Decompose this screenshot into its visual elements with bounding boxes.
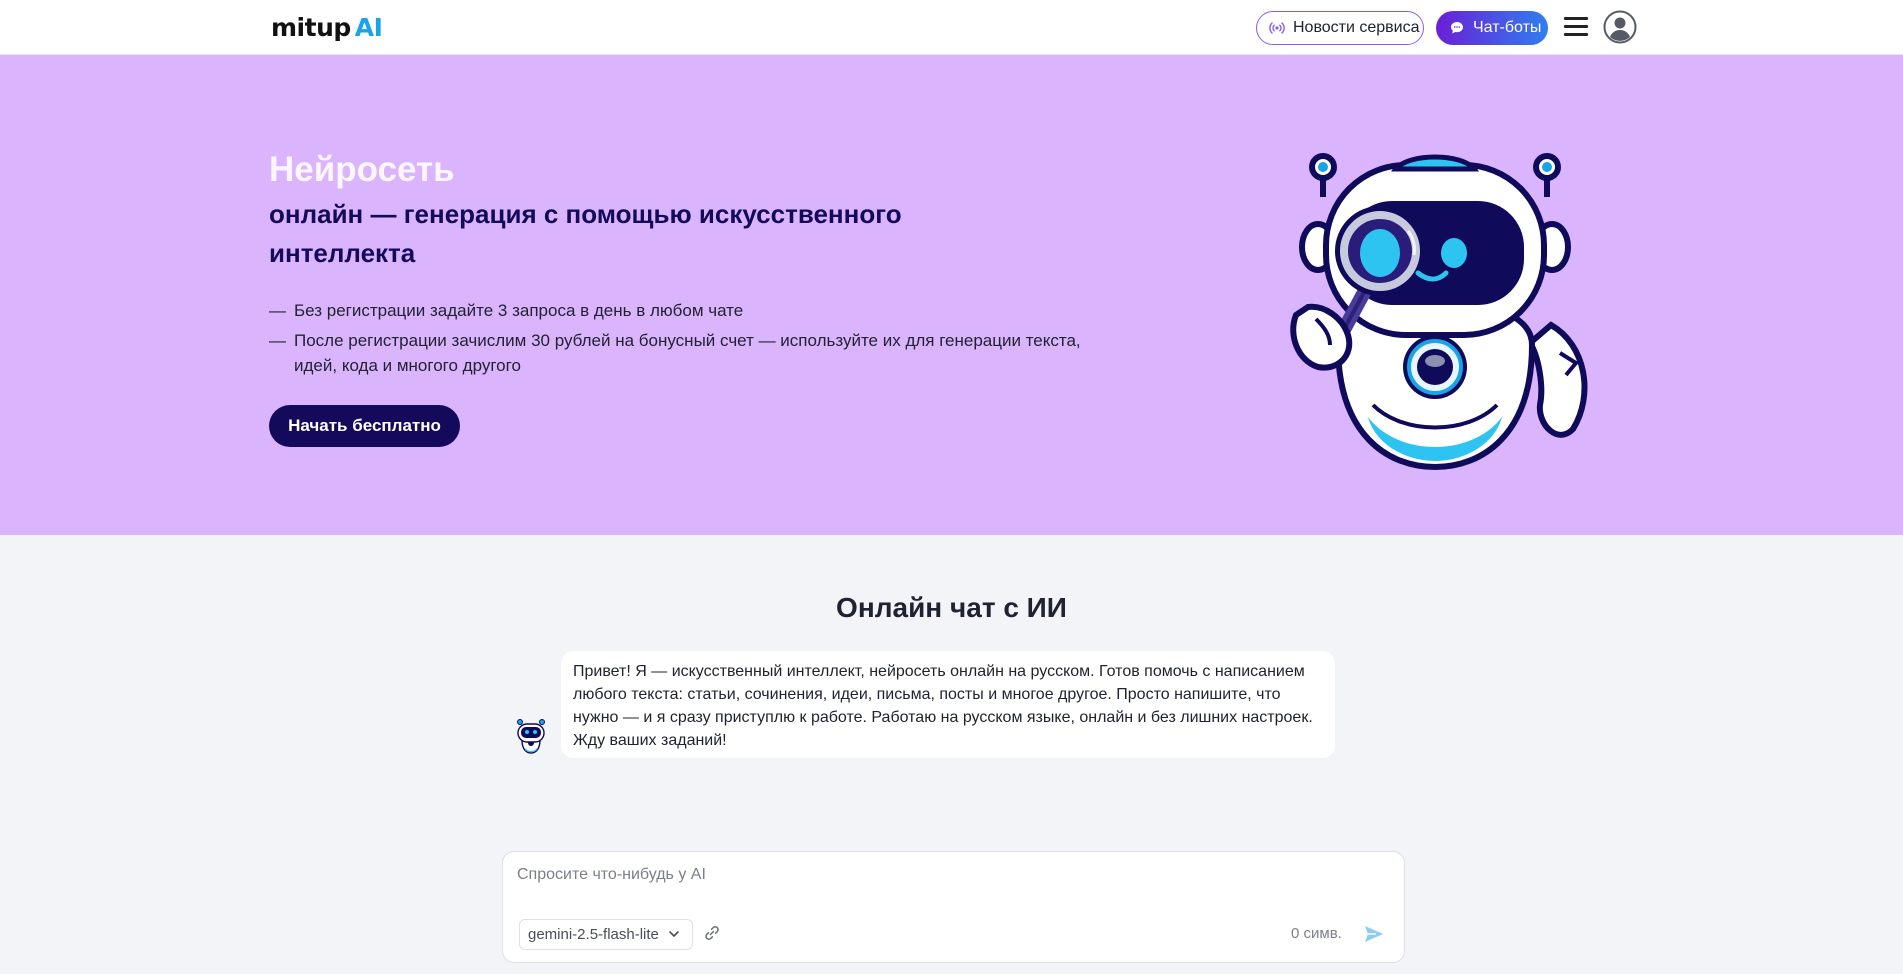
character-counter: 0 симв. — [1291, 925, 1342, 942]
broadcast-icon — [1269, 20, 1285, 36]
message-composer: gemini-2.5-flash-lite 0 симв. — [502, 851, 1405, 963]
logo-ai-text: AI — [354, 13, 383, 42]
logo-text: mitup — [271, 13, 351, 42]
chat-bubble-icon — [1450, 21, 1464, 35]
chatbots-label: Чат-боты — [1473, 19, 1542, 36]
send-icon[interactable] — [1363, 923, 1385, 945]
top-header: mitup AI Новости сервиса Чат-боты — [0, 0, 1903, 55]
service-news-label: Новости сервиса — [1293, 19, 1420, 36]
hero-subtitle: онлайн — генерация с помощью искусственн… — [269, 199, 902, 268]
hero-feature-item: — После регистрации зачислим 30 рублей на… — [269, 328, 1099, 378]
start-free-button[interactable]: Начать бесплатно — [269, 405, 460, 447]
hero-feature-text: Без регистрации задайте 3 запроса в день… — [294, 301, 744, 320]
service-news-button[interactable]: Новости сервиса — [1256, 11, 1424, 45]
bullet-dash: — — [269, 331, 286, 350]
user-avatar-icon[interactable] — [1603, 10, 1637, 44]
model-selector[interactable]: gemini-2.5-flash-lite — [519, 919, 693, 950]
logo[interactable]: mitup AI — [271, 13, 383, 43]
chat-section-title: Онлайн чат с ИИ — [836, 592, 1067, 623]
hero-feature-text: После регистрации зачислим 30 рублей на … — [294, 331, 1081, 375]
bot-avatar-icon — [517, 719, 545, 754]
prompt-input[interactable] — [517, 866, 1387, 906]
hero-feature-item: — Без регистрации задайте 3 запроса в ден… — [269, 298, 1099, 323]
chatbots-button[interactable]: Чат-боты — [1436, 11, 1548, 45]
link-icon[interactable] — [703, 924, 721, 942]
hero-title: Нейросеть — [269, 150, 455, 189]
model-selector-value: gemini-2.5-flash-lite — [528, 926, 659, 943]
hamburger-icon[interactable] — [1564, 17, 1588, 37]
assistant-greeting-message: Привет! Я — искусственный интеллект, ней… — [561, 651, 1335, 758]
robot-magnifier-illustration — [1290, 153, 1588, 471]
hero-feature-list: — Без регистрации задайте 3 запроса в ден… — [269, 298, 1099, 383]
chevron-down-icon — [669, 931, 679, 937]
bullet-dash: — — [269, 301, 286, 320]
hero-section: Нейросеть онлайн — генерация с помощью и… — [0, 55, 1903, 535]
